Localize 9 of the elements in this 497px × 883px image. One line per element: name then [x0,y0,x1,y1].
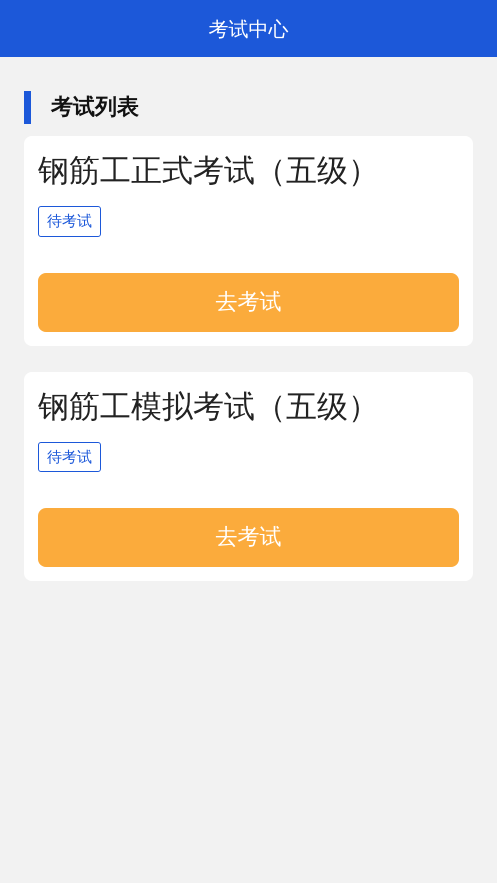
start-exam-button[interactable]: 去考试 [38,272,459,332]
status-tag: 待考试 [38,206,101,236]
section-accent-bar [24,91,31,124]
exam-title: 钢筋工正式考试（五级） [38,152,380,191]
start-exam-button[interactable]: 去考试 [38,508,459,567]
section-title: 考试列表 [51,94,139,122]
exam-title: 钢筋工模拟考试（五级） [38,388,380,426]
page-title: 考试中心 [208,16,288,42]
status-tag: 待考试 [38,442,101,472]
